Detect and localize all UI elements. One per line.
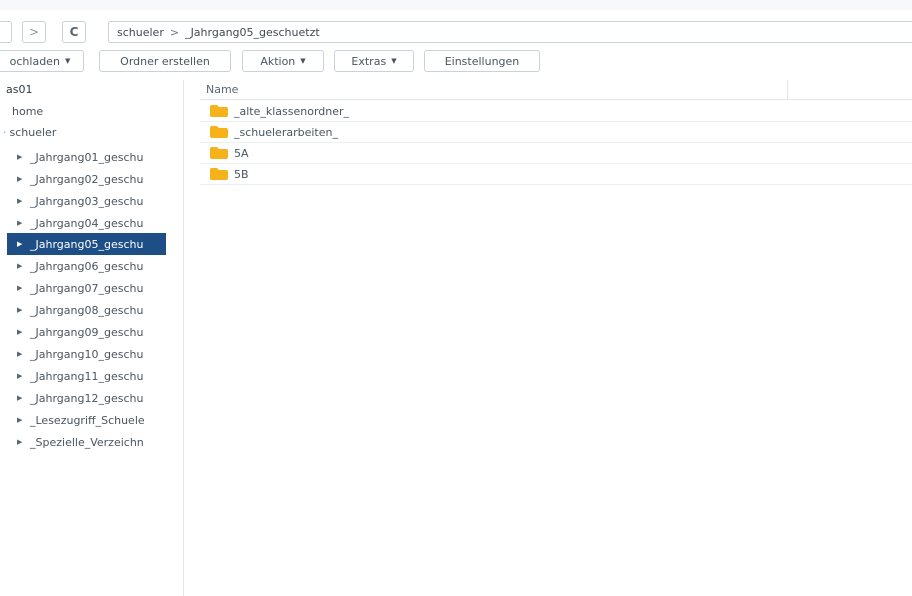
tree-item[interactable]: ▶ _Jahrgang09_geschu [0,321,166,343]
expand-arrow-icon[interactable]: ▶ [17,328,23,336]
tree-item-label: _Jahrgang09_geschu [30,325,144,339]
expand-arrow-icon[interactable]: ▶ [17,416,23,424]
create-folder-button[interactable]: Ordner erstellen [99,50,231,72]
expand-arrow-icon[interactable]: ▶ [17,372,23,380]
expand-arrow-icon[interactable]: ▶ [17,284,23,292]
column-header-label: Name [206,83,239,96]
refresh-button[interactable]: C [62,21,86,43]
breadcrumb-separator: > [169,25,180,39]
tree-item[interactable]: ▶ _Jahrgang10_geschu [0,343,166,365]
expanded-icon: · [3,126,7,139]
tree-item-label: _Jahrgang02_geschu [30,172,144,186]
top-strip [0,0,912,10]
breadcrumb-schueler[interactable]: schueler [117,26,164,39]
tree-item-label: _Jahrgang04_geschu [30,216,144,230]
folder-icon [210,168,228,180]
folder-icon [210,147,228,159]
settings-label: Einstellungen [444,54,520,68]
extras-button[interactable]: Extras ▼ [334,50,414,72]
upload-label: ochladen [9,54,60,68]
path-bar[interactable]: schueler > _Jahrgang05_geschuetzt [108,21,912,43]
tree-item-schueler[interactable]: · schueler [3,126,56,139]
tree-item-label: _Jahrgang01_geschu [30,150,144,164]
file-row[interactable]: _alte_klassenordner_ [200,101,912,122]
tree-root[interactable]: as01 [6,83,32,96]
tree-item-label: _Jahrgang03_geschu [30,194,144,208]
tree-item-home[interactable]: home [12,105,43,118]
expand-arrow-icon[interactable]: ▶ [17,438,23,446]
tree-item[interactable]: ▶ _Jahrgang12_geschu [0,387,166,409]
chevron-down-icon: ▼ [64,57,71,65]
tree-item[interactable]: ▶ _Jahrgang04_geschu [0,212,166,234]
expand-arrow-icon[interactable]: ▶ [17,350,23,358]
tree-item[interactable]: ▶ _Spezielle_Verzeichn [0,431,166,453]
tree-item-label: _Jahrgang12_geschu [30,391,144,405]
tree-item[interactable]: ▶ _Jahrgang01_geschu [0,146,166,168]
expand-arrow-icon[interactable]: ▶ [17,240,23,248]
file-name: 5A [234,146,249,160]
forward-button[interactable]: > [22,21,46,43]
forward-icon: > [28,25,40,39]
file-name: _schuelerarbeiten_ [234,125,338,139]
tree-item[interactable]: ▶ _Jahrgang06_geschu [0,255,166,277]
folder-icon [210,105,228,117]
file-name: _alte_klassenordner_ [234,104,350,118]
tree-item-label: schueler [9,126,57,139]
tree-item-label: _Jahrgang06_geschu [30,259,144,273]
expand-arrow-icon[interactable]: ▶ [17,306,23,314]
action-button[interactable]: Aktion ▼ [242,50,324,72]
settings-button[interactable]: Einstellungen [424,50,540,72]
navigation-bar: > C schueler > _Jahrgang05_geschuetzt [0,18,912,44]
tree-item[interactable]: ▶ _Jahrgang08_geschu [0,299,166,321]
tree-item[interactable]: ▶ _Lesezugriff_Schuele [0,409,166,431]
tree-item-selected[interactable]: ▶ _Jahrgang05_geschu [7,233,166,255]
back-button[interactable] [0,21,12,43]
column-header-name[interactable]: Name [200,80,912,100]
expand-arrow-icon[interactable]: ▶ [17,197,23,205]
tree-item-label: _Jahrgang07_geschu [30,281,144,295]
tree-item[interactable]: ▶ _Jahrgang02_geschu [0,168,166,190]
file-row[interactable]: 5B [200,164,912,185]
expand-arrow-icon[interactable]: ▶ [17,175,23,183]
tree-item-label: _Spezielle_Verzeichn [30,435,144,449]
upload-button[interactable]: ochladen ▼ [0,50,84,72]
refresh-icon: C [69,25,79,39]
tree-item-label: _Lesezugriff_Schuele [30,413,145,427]
tree-item-label: _Jahrgang11_geschu [30,369,144,383]
action-label: Aktion [260,54,296,68]
toolbar: ochladen ▼ Ordner erstellen Aktion ▼ Ext… [0,50,912,72]
expand-arrow-icon[interactable]: ▶ [17,219,23,227]
tree-item-label: _Jahrgang05_geschu [30,237,144,251]
file-row[interactable]: _schuelerarbeiten_ [200,122,912,143]
extras-label: Extras [351,54,387,68]
chevron-down-icon: ▼ [300,57,306,65]
tree-item[interactable]: ▶ _Jahrgang07_geschu [0,277,166,299]
create-folder-label: Ordner erstellen [120,54,210,68]
expand-arrow-icon[interactable]: ▶ [17,394,23,402]
chevron-down-icon: ▼ [391,57,397,65]
tree-item-label: _Jahrgang08_geschu [30,303,144,317]
file-name: 5B [234,167,249,181]
folder-icon [210,126,228,138]
tree-item[interactable]: ▶ _Jahrgang11_geschu [0,365,166,387]
expand-arrow-icon[interactable]: ▶ [17,262,23,270]
folder-tree: as01 home · schueler ▶ _Jahrgang01_geschu … [0,80,184,596]
breadcrumb-current[interactable]: _Jahrgang05_geschuetzt [185,26,320,39]
file-row[interactable]: 5A [200,143,912,164]
column-divider[interactable] [787,80,788,100]
expand-arrow-icon[interactable]: ▶ [17,153,23,161]
tree-item-label: _Jahrgang10_geschu [30,347,144,361]
tree-item[interactable]: ▶ _Jahrgang03_geschu [0,190,166,212]
